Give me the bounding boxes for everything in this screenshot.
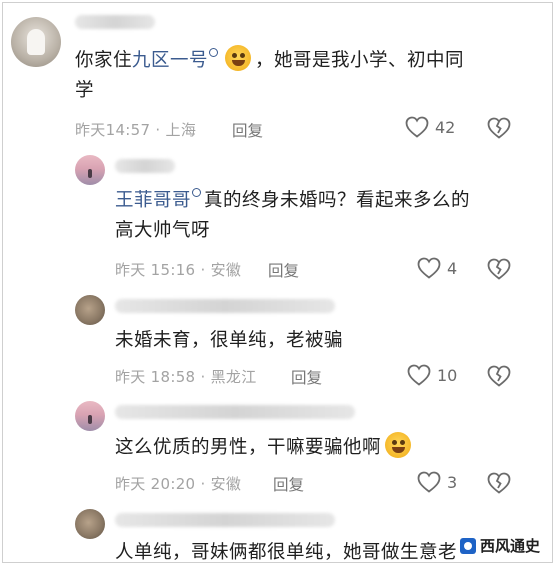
- avatar[interactable]: [11, 17, 61, 67]
- broken-heart-icon[interactable]: [487, 258, 511, 280]
- reply-button[interactable]: 回复: [268, 259, 299, 281]
- comment-meta: 昨天 20:20 · 安徽: [115, 475, 242, 493]
- avatar[interactable]: [75, 401, 105, 431]
- avatar[interactable]: [75, 509, 105, 539]
- heart-icon: [417, 471, 441, 493]
- like-count: 3: [447, 472, 458, 492]
- comment-text: 你家住九区一号 ，她哥是我小学、初中同 学: [75, 45, 535, 106]
- comment-meta: 昨天 18:58 · 黑龙江: [115, 368, 257, 386]
- logo-icon: [459, 537, 476, 554]
- heart-icon: [405, 116, 429, 138]
- like-count: 10: [437, 365, 458, 385]
- like-button[interactable]: 42: [405, 116, 455, 138]
- mention-link[interactable]: 九区一号: [132, 50, 208, 71]
- grinning-sweat-emoji-icon: [385, 432, 412, 458]
- username-blurred[interactable]: [115, 159, 175, 173]
- like-button[interactable]: 10: [407, 364, 457, 386]
- search-icon: [192, 188, 202, 197]
- username-blurred[interactable]: [115, 513, 335, 527]
- broken-heart-icon[interactable]: [487, 117, 511, 139]
- search-icon: [209, 48, 219, 57]
- comment-text: 未婚未育，很单纯，老被骗: [115, 330, 344, 351]
- avatar[interactable]: [75, 155, 105, 185]
- comment-meta: 昨天 15:16 · 安徽: [115, 261, 242, 279]
- comment-text: 这么优质的男性，干嘛要骗他啊: [115, 432, 535, 463]
- reply-button[interactable]: 回复: [291, 366, 322, 388]
- username-blurred[interactable]: [115, 299, 335, 313]
- reply-button[interactable]: 回复: [273, 473, 304, 495]
- avatar[interactable]: [75, 295, 105, 325]
- comment-text: 王菲哥哥 真的终身未婚吗？看起来多么的 高大帅气呀: [115, 188, 471, 241]
- reply-button[interactable]: 回复: [232, 119, 263, 141]
- broken-heart-icon[interactable]: [487, 365, 511, 387]
- comment-meta: 昨天14:57 · 上海: [75, 121, 197, 139]
- like-count: 42: [435, 117, 456, 137]
- heart-icon: [417, 257, 441, 279]
- like-button[interactable]: 3: [417, 471, 457, 493]
- like-button[interactable]: 4: [417, 257, 457, 279]
- broken-heart-icon[interactable]: [487, 472, 511, 494]
- watermark: 西风通史: [459, 535, 540, 556]
- laughing-emoji-icon: [225, 45, 252, 71]
- heart-icon: [407, 364, 431, 386]
- username-blurred[interactable]: [75, 15, 155, 29]
- like-count: 4: [447, 258, 458, 278]
- username-blurred[interactable]: [115, 405, 355, 419]
- comment-thread: 你家住九区一号 ，她哥是我小学、初中同 学 昨天14:57 · 上海 回复 42 …: [2, 2, 553, 563]
- mention-link[interactable]: 王菲哥哥: [115, 190, 191, 211]
